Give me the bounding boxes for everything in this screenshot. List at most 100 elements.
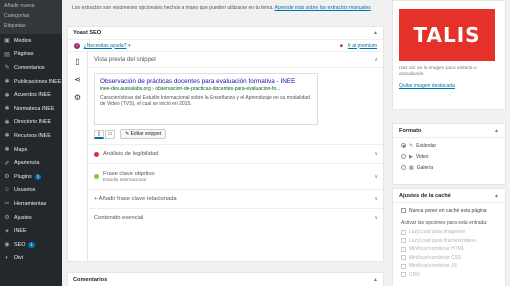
cache-option-checkbox[interactable]: [401, 255, 406, 261]
seo-icon: ◉: [4, 242, 10, 249]
sidebar-item-label: Directorio INEE: [14, 119, 52, 126]
sidebar-item-recursos-inee[interactable]: ✱ Recursos INEE: [0, 129, 62, 143]
sidebar-item-maps[interactable]: ✱ Maps: [0, 143, 62, 157]
sidebar-item-apariencia[interactable]: ✐ Apariencia: [0, 156, 62, 170]
collapse-arrow-icon[interactable]: ▲: [494, 128, 499, 134]
submenu-tags[interactable]: Etiquetas: [0, 21, 62, 31]
edit-snippet-button[interactable]: ✎ Editar snippet: [120, 129, 167, 139]
never-cache-label: Nunca poner en caché esta página: [409, 207, 487, 214]
chevron-down-icon[interactable]: ∨: [374, 215, 378, 221]
yoast-title: Yoast SEO: [73, 30, 102, 36]
sidebar-item-páginas[interactable]: ▤ Páginas: [0, 48, 62, 62]
premium-icon: ⬥: [339, 42, 344, 49]
keyphrase-row[interactable]: Frase clave objetivo Estudio Internacion…: [89, 163, 383, 189]
collapse-arrow-icon[interactable]: ▲: [373, 277, 378, 283]
users-icon: ☺: [3, 187, 11, 194]
sidebar-item-comentarios[interactable]: ✎ Comentarios: [0, 61, 62, 75]
sidebar-item-herramientas[interactable]: ✂ Herramientas: [0, 197, 62, 211]
chevron-up-icon[interactable]: ∧: [374, 57, 378, 63]
readability-row[interactable]: Análisis de legibilidad ∨: [89, 144, 383, 163]
pin-icon: ✱: [4, 106, 10, 113]
format-option[interactable]: ▶ Video: [393, 151, 505, 162]
excerpt-note: Los extractos son resúmenes opcionales h…: [72, 5, 371, 11]
cornerstone-row[interactable]: Contenido esencial ∨: [89, 208, 383, 227]
sidebar-item-inee[interactable]: ✦ INEE: [0, 224, 62, 238]
format-radio[interactable]: [401, 154, 406, 159]
snippet-preview[interactable]: Observación de prácticas docentes para e…: [94, 73, 318, 125]
cache-option-label: Minificar/combinar HTML: [409, 246, 465, 253]
sidebar-item-normateca-inee[interactable]: ✱ Normateca INEE: [0, 102, 62, 116]
related-keyphrase-row[interactable]: + Añadir frase clave relacionada ∨: [89, 189, 383, 208]
settings-icon: ⚙: [4, 215, 10, 222]
cache-option-checkbox[interactable]: [401, 246, 406, 252]
cache-option[interactable]: Minificar/combinar HTML: [393, 245, 505, 254]
yoast-side-tabs: ▯ ⋖ ⚙: [68, 52, 88, 262]
snippet-preview-header[interactable]: Vista previa del snippet ∧: [89, 52, 383, 68]
sidebar-item-plugins[interactable]: ⚙ Plugins 1: [0, 170, 62, 184]
cache-option-checkbox[interactable]: [401, 229, 406, 235]
cache-option-checkbox[interactable]: [401, 272, 406, 278]
remove-featured-image-link[interactable]: Quitar imagen destacada: [399, 83, 499, 89]
sidebar-item-seo[interactable]: ◉ SEO 1: [0, 238, 62, 252]
chevron-down-icon[interactable]: ∨: [374, 196, 378, 202]
sidebar-item-label: Maps: [14, 146, 28, 153]
cache-option[interactable]: LazyLoad para imágenes: [393, 228, 505, 237]
inee-icon: ✦: [4, 228, 10, 235]
featured-image-hint: Haz clic en la imagen para editarla o ac…: [399, 66, 477, 77]
cache-option[interactable]: CDN: [393, 271, 505, 280]
cache-option[interactable]: Minificar/combinar JS: [393, 262, 505, 271]
featured-image[interactable]: TALIS: [399, 9, 495, 61]
cache-title: Ajustes de la caché: [399, 192, 451, 199]
desktop-preview-button[interactable]: ▭: [105, 129, 115, 139]
cache-option[interactable]: Minificar/combinar CSS: [393, 254, 505, 263]
help-link[interactable]: ¿Necesitas ayuda?: [84, 43, 127, 49]
sidebar-item-label: Normateca INEE: [14, 105, 55, 112]
go-premium-link[interactable]: Ir al premium: [348, 43, 377, 49]
sidebar-item-label: Herramientas: [14, 200, 47, 207]
cornerstone-label: Contenido esencial: [94, 215, 144, 221]
submenu-add-new[interactable]: Añadir nueva: [0, 1, 62, 11]
sidebar-item-label: Comentarios: [14, 64, 45, 71]
sidebar-item-label: Recursos INEE: [14, 132, 51, 139]
submenu-categories[interactable]: Categorías: [0, 11, 62, 21]
sidebar-item-acuerdos-inee[interactable]: ✱ Acuerdos INEE: [0, 88, 62, 102]
never-cache-row[interactable]: Nunca poner en caché esta página: [393, 205, 505, 216]
format-header[interactable]: Formato ▲: [393, 124, 505, 138]
tab-advanced[interactable]: ⚙: [68, 88, 87, 106]
sidebar-item-directorio-inee[interactable]: ✱ Directorio INEE: [0, 116, 62, 130]
featured-image-text: TALIS: [413, 23, 481, 47]
sidebar-item-medios[interactable]: ▣ Medios: [0, 34, 62, 48]
cache-settings-panel: Ajustes de la caché ▲ Nunca poner en cac…: [392, 188, 506, 286]
format-radio[interactable]: [401, 165, 406, 170]
comments-metabox-header[interactable]: Comentarios ▲: [67, 272, 384, 286]
sidebar-item-publicaciones-inee[interactable]: ✱ Publicaciones INEE: [0, 75, 62, 89]
pin-icon: ✱: [4, 119, 10, 126]
media-icon: ▣: [4, 38, 10, 45]
format-option[interactable]: ✎ Estándar: [393, 140, 505, 151]
collapse-arrow-icon[interactable]: ▲: [494, 193, 499, 199]
yoast-header[interactable]: Yoast SEO ▲: [68, 27, 383, 40]
chevron-down-icon[interactable]: ∨: [374, 174, 378, 180]
never-cache-checkbox[interactable]: [401, 208, 406, 213]
snippet-description: Características del Estudio Internaciona…: [100, 95, 310, 107]
cache-header[interactable]: Ajustes de la caché ▲: [393, 189, 505, 203]
sidebar-item-usuarios[interactable]: ☺ Usuarios: [0, 184, 62, 198]
cache-option-checkbox[interactable]: [401, 238, 406, 244]
collapse-arrow-icon[interactable]: ▲: [373, 30, 378, 36]
chevron-down-icon[interactable]: ∨: [374, 151, 378, 157]
excerpt-learn-more-link[interactable]: Aprende más sobre los extractos manuales: [275, 5, 371, 11]
sidebar-item-label: Acuerdos INEE: [14, 92, 51, 99]
tab-social[interactable]: ⋖: [68, 70, 87, 88]
mobile-preview-button[interactable]: ▯: [94, 129, 104, 139]
chevron-down-icon[interactable]: ▾: [128, 43, 131, 49]
cache-option[interactable]: LazyLoad para iframes/videos: [393, 237, 505, 246]
tab-seo[interactable]: ▯: [68, 52, 87, 70]
format-option[interactable]: ▦ Galería: [393, 162, 505, 173]
cache-option-label: Minificar/combinar CSS: [409, 254, 462, 261]
mobile-icon: ▯: [97, 130, 101, 137]
sidebar-item-divi[interactable]: ◐ Divi: [0, 252, 62, 266]
format-radio[interactable]: [401, 143, 406, 148]
main-column: Los extractos son resúmenes opcionales h…: [62, 0, 388, 286]
cache-option-checkbox[interactable]: [401, 263, 406, 269]
sidebar-item-ajustes[interactable]: ⚙ Ajustes: [0, 211, 62, 225]
